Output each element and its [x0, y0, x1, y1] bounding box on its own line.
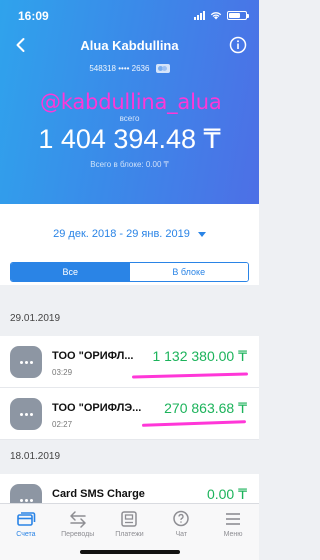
chat-icon — [173, 510, 190, 527]
annotation-underline — [141, 420, 247, 427]
info-icon[interactable] — [229, 36, 247, 54]
transaction-amount: 1 132 380.00 ₸ — [152, 348, 247, 364]
account-header: 16:09 Alua Kabdullina 548318 •••• 2636 @… — [0, 0, 259, 204]
payments-icon — [121, 511, 138, 527]
transaction-amount: 0.00 ₸ — [206, 486, 247, 502]
date-range-selector[interactable]: 29 дек. 2018 - 29 янв. 2019 — [0, 228, 259, 240]
more-dots-icon — [10, 398, 42, 430]
watermark-handle: @kabdullina_alua — [40, 90, 222, 114]
tab-accounts[interactable]: Счета — [0, 504, 52, 560]
segment-all[interactable]: Все — [11, 263, 130, 281]
tab-menu[interactable]: Меню — [207, 504, 259, 560]
caret-down-icon — [197, 231, 206, 237]
date-range-label: 29 дек. 2018 - 29 янв. 2019 — [53, 228, 190, 240]
transaction-time: 03:29 — [52, 368, 73, 377]
transaction-row[interactable]: ТОО "ОРИФЛЭ... 02:27 270 863.68 ₸ — [0, 388, 259, 440]
total-label: всего — [119, 114, 140, 123]
transaction-amount: 270 863.68 ₸ — [164, 400, 247, 416]
status-bar: 16:09 — [0, 8, 259, 24]
tab-label: Чат — [175, 531, 188, 538]
more-dots-icon — [10, 346, 42, 378]
signal-icon — [194, 11, 205, 20]
card-number-row: 548318 •••• 2636 — [0, 64, 259, 74]
annotation-underline — [131, 372, 249, 379]
transfer-arrows-icon — [69, 511, 86, 528]
wifi-icon — [210, 12, 222, 20]
tab-label: Счета — [16, 531, 36, 538]
menu-icon — [226, 513, 241, 525]
account-title: Alua Kabdullina — [80, 38, 179, 53]
status-time: 16:09 — [18, 9, 49, 23]
tab-label: Меню — [223, 531, 243, 538]
segment-blocked[interactable]: В блоке — [129, 263, 248, 281]
date-group-header: 29.01.2019 — [0, 302, 259, 336]
date-group-header: 18.01.2019 — [0, 440, 259, 474]
filter-panel: 29 дек. 2018 - 29 янв. 2019 Все В блоке — [0, 204, 259, 285]
transaction-row[interactable]: ТОО "ОРИФЛ... 03:29 1 132 380.00 ₸ — [0, 336, 259, 388]
tab-label: Переводы — [61, 531, 95, 538]
mastercard-icon — [155, 64, 170, 74]
transaction-list: 29.01.2019 ТОО "ОРИФЛ... 03:29 1 132 380… — [0, 302, 259, 526]
blocked-amount: Всего в блоке: 0.00 ₸ — [90, 160, 169, 169]
segment-control: Все В блоке — [10, 262, 249, 282]
account-balance: 1 404 394.48 ₸ — [38, 124, 221, 154]
status-icons — [194, 11, 249, 20]
card-number: 548318 •••• 2636 — [89, 64, 150, 73]
tab-label: Платежи — [115, 531, 144, 538]
cards-icon — [17, 512, 36, 526]
transaction-time: 02:27 — [52, 420, 73, 429]
home-indicator — [80, 550, 180, 554]
transaction-name: ТОО "ОРИФЛЭ... — [52, 402, 142, 414]
transaction-name: ТОО "ОРИФЛ... — [52, 350, 134, 362]
transaction-name: Card SMS Charge — [52, 488, 145, 500]
battery-icon — [227, 11, 249, 20]
